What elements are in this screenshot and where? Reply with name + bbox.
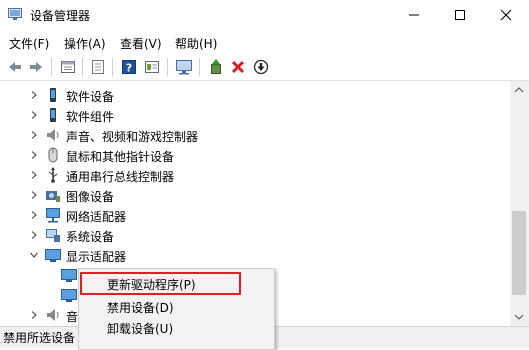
forward-arrow-icon (30, 62, 42, 72)
tree-row-network[interactable]: 网络适配器 (0, 205, 510, 225)
tree-row-software-components[interactable]: 软件组件 (0, 105, 510, 125)
action-view-button[interactable] (143, 58, 161, 76)
maximize-button[interactable] (437, 0, 483, 30)
back-arrow-icon (9, 62, 21, 72)
view-button[interactable] (89, 58, 107, 76)
tree-label: 音 (66, 310, 79, 324)
speaker-icon (47, 129, 59, 141)
scroll-down-icon[interactable] (514, 313, 524, 321)
tree-label: 图像设备 (66, 190, 115, 204)
menu-action[interactable]: 操作(A) (64, 35, 106, 52)
device-manager-icon (8, 8, 22, 20)
properties-icon (61, 61, 75, 73)
menu-view[interactable]: 查看(V) (120, 35, 162, 52)
tree-row-system[interactable]: 系统设备 (0, 225, 510, 245)
close-button[interactable] (483, 0, 529, 30)
chevron-right-icon[interactable] (30, 311, 38, 319)
chevron-down-icon[interactable] (30, 251, 38, 259)
usb-icon (48, 167, 58, 183)
chevron-right-icon[interactable] (30, 151, 38, 159)
status-text: 禁用所选设备 (3, 331, 76, 345)
toolbar-separator (82, 58, 83, 76)
window-title: 设备管理器 (30, 9, 91, 23)
toolbar-separator (51, 58, 52, 76)
update-driver-icon (211, 59, 221, 74)
scrollbar-thumb[interactable] (512, 211, 526, 295)
chevron-right-icon[interactable] (30, 211, 38, 219)
properties-button[interactable] (59, 58, 77, 76)
help-icon: ? (122, 60, 136, 75)
software-component-icon (50, 108, 56, 122)
system-device-icon (46, 229, 60, 242)
chevron-right-icon[interactable] (30, 91, 38, 99)
display-adapter-icon (61, 269, 77, 282)
display-adapter-icon (61, 289, 77, 302)
chevron-right-icon[interactable] (30, 111, 38, 119)
tree-row-software-devices[interactable]: 软件设备 (0, 85, 510, 105)
uninstall-button[interactable] (229, 58, 247, 76)
tree-row-imaging[interactable]: 图像设备 (0, 185, 510, 205)
tree-row-mouse[interactable]: 鼠标和其他指针设备 (0, 145, 510, 165)
chevron-right-icon[interactable] (30, 131, 38, 139)
help-button[interactable]: ? (120, 58, 138, 76)
chevron-right-icon[interactable] (30, 191, 38, 199)
menu-file[interactable]: 文件(F) (9, 35, 49, 52)
monitor-icon (176, 60, 192, 75)
toolbar-separator (199, 58, 200, 76)
minimize-icon (409, 14, 419, 16)
scan-hardware-button[interactable] (175, 58, 193, 76)
highlight-box (80, 272, 241, 295)
back-button[interactable] (6, 58, 24, 76)
scroll-up-icon[interactable] (514, 86, 524, 94)
software-device-icon (50, 88, 56, 102)
speaker-icon (47, 309, 59, 321)
tree-label: 声音、视频和游戏控制器 (66, 130, 199, 144)
tree-label: 网络适配器 (66, 210, 127, 224)
svg-text:?: ? (126, 62, 132, 75)
tree-label: 鼠标和其他指针设备 (66, 150, 175, 164)
tree-row-sound-video[interactable]: 声音、视频和游戏控制器 (0, 125, 510, 145)
download-button[interactable] (252, 58, 270, 76)
view-icon (92, 60, 104, 74)
action-view-icon (145, 61, 159, 73)
camera-icon (46, 191, 60, 202)
display-adapter-icon (45, 249, 61, 262)
minimize-button[interactable] (391, 0, 437, 30)
tree-row-display-adapters[interactable]: 显示适配器 (0, 245, 510, 265)
tree-label: 软件组件 (66, 110, 115, 124)
toolbar-separator (112, 58, 113, 76)
update-driver-button[interactable] (207, 58, 225, 76)
toolbar-separator (167, 58, 168, 76)
maximize-icon (455, 10, 465, 20)
forward-button[interactable] (27, 58, 45, 76)
tree-row-usb[interactable]: 通用串行总线控制器 (0, 165, 510, 185)
chevron-right-icon[interactable] (30, 231, 38, 239)
menu-item-uninstall-device[interactable]: 卸载设备(U) (107, 320, 173, 337)
network-adapter-icon (46, 208, 60, 223)
tree-label: 通用串行总线控制器 (66, 170, 175, 184)
menu-help[interactable]: 帮助(H) (175, 35, 217, 52)
tree-label: 系统设备 (66, 230, 115, 244)
tree-label: 软件设备 (66, 90, 115, 104)
mouse-icon (48, 147, 58, 163)
close-icon (500, 9, 512, 21)
chevron-right-icon[interactable] (30, 171, 38, 179)
uninstall-x-icon (231, 60, 245, 74)
download-icon (253, 59, 269, 75)
tree-label: 显示适配器 (66, 250, 127, 264)
menu-item-disable-device[interactable]: 禁用设备(D) (107, 299, 174, 316)
